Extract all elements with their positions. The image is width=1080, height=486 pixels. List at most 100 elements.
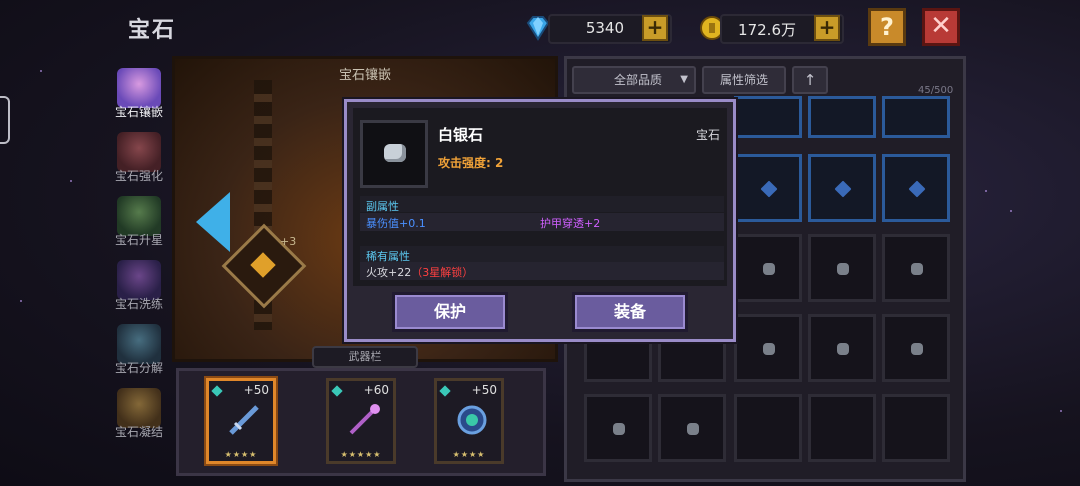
star-decoration — [40, 70, 42, 72]
equip-button[interactable]: 装备 — [572, 292, 688, 332]
inventory-cell[interactable] — [734, 234, 802, 302]
gem-icon — [911, 343, 923, 355]
gem-icon — [687, 423, 699, 435]
inventory-cell[interactable] — [882, 234, 950, 302]
gem-enhance-icon — [117, 132, 161, 172]
sidebar-item-label: 宝石洗练 — [114, 297, 163, 311]
sidebar-item-gem-inlay[interactable]: 宝石镶嵌 — [111, 66, 167, 124]
sidebar-item-gem-enhance[interactable]: 宝石强化 — [111, 130, 167, 188]
weapon-slot[interactable]: +50 ★★★★ — [434, 378, 504, 464]
weapon-level: +60 — [363, 383, 389, 397]
diamond-value: 5340 — [585, 19, 624, 37]
gem-indicator-icon — [331, 385, 343, 397]
close-button[interactable]: ✕ — [922, 8, 960, 46]
sidebar-item-gem-refine[interactable]: 宝石洗练 — [111, 258, 167, 316]
help-button[interactable]: ? — [868, 8, 906, 46]
quality-filter-label: 全部品质 — [614, 73, 663, 87]
prev-arrow-icon[interactable] — [196, 192, 230, 252]
staff-icon — [349, 404, 380, 435]
attribute-filter-label: 属性筛选 — [719, 73, 768, 87]
weapon-level: +50 — [471, 383, 497, 397]
star-decoration — [70, 180, 72, 182]
inventory-cell[interactable] — [734, 154, 802, 222]
inventory-cell[interactable] — [882, 394, 950, 462]
weapon-stars: ★★★★ — [224, 450, 258, 459]
weapon-level: +50 — [243, 383, 269, 397]
quality-filter-dropdown[interactable]: 全部品质 ▼ — [572, 66, 696, 94]
sub-attribute-1: 暴伤值+0.1 — [366, 217, 426, 230]
socket-level: +3 — [280, 235, 297, 248]
item-name: 白银石 — [438, 126, 484, 144]
sidebar-item-label: 宝石分解 — [114, 361, 163, 375]
rare-attribute-value: 火攻+22 — [366, 266, 412, 279]
inventory-cell[interactable] — [882, 96, 950, 138]
inventory-cell[interactable] — [584, 394, 652, 462]
inventory-cell[interactable] — [882, 314, 950, 382]
inventory-cell[interactable] — [808, 154, 876, 222]
diamond-counter: 5340 + — [548, 14, 672, 44]
gem-decompose-icon — [117, 324, 161, 364]
weapon-slot[interactable]: +50 ★★★★ — [206, 378, 276, 464]
gem-icon — [908, 180, 926, 198]
orb-weapon-icon — [457, 405, 487, 435]
weapon-stars: ★★★★ — [452, 450, 486, 459]
sidebar-item-label: 宝石升星 — [114, 233, 163, 247]
protect-button[interactable]: 保护 — [392, 292, 508, 332]
star-decoration — [20, 300, 22, 302]
sub-attributes-title: 副属性 — [366, 200, 399, 213]
inventory-cell[interactable] — [808, 394, 876, 462]
sidebar-item-gem-star[interactable]: 宝石升星 — [111, 194, 167, 252]
inlay-panel-title: 宝石镶嵌 — [338, 68, 391, 83]
star-decoration — [1010, 210, 1012, 212]
rare-attribute-lock: （3星解锁） — [411, 266, 474, 279]
gem-icon — [834, 180, 852, 198]
gem-icon — [911, 263, 923, 275]
gem-icon — [613, 423, 625, 435]
sort-button[interactable]: ↑ — [792, 66, 828, 94]
sidebar-item-gem-decompose[interactable]: 宝石分解 — [111, 322, 167, 380]
inventory-cell[interactable] — [808, 234, 876, 302]
gem-star-icon — [117, 196, 161, 236]
star-decoration — [1060, 410, 1062, 412]
sidebar-item-label: 宝石强化 — [114, 169, 163, 183]
inventory-cell[interactable] — [734, 96, 802, 138]
inventory-cell[interactable] — [882, 154, 950, 222]
add-diamonds-button[interactable]: + — [642, 15, 668, 41]
add-gold-button[interactable]: + — [814, 15, 840, 41]
weapon-stars: ★★★★★ — [340, 450, 382, 459]
inventory-cell[interactable] — [808, 314, 876, 382]
gold-counter: 172.6万 + — [720, 14, 844, 44]
weapon-slot[interactable]: +60 ★★★★★ — [326, 378, 396, 464]
inventory-count: 45/500 — [918, 85, 954, 96]
attack-strength: 攻击强度: 2 — [438, 156, 504, 170]
collapse-handle[interactable] — [0, 96, 10, 144]
weapon-bar-tab[interactable]: 武器栏 — [312, 346, 418, 368]
gem-refine-icon — [117, 260, 161, 300]
chevron-down-icon: ▼ — [680, 74, 688, 85]
gem-icon — [837, 263, 849, 275]
item-type: 宝石 — [695, 128, 720, 142]
gem-icon — [763, 343, 775, 355]
star-decoration — [985, 190, 987, 192]
gold-value: 172.6万 — [738, 21, 796, 39]
gem-indicator-icon — [439, 385, 451, 397]
inventory-cell[interactable] — [808, 96, 876, 138]
inventory-cell[interactable] — [658, 394, 726, 462]
sub-attribute-2: 护甲穿透+2 — [540, 217, 601, 230]
sidebar-item-label: 宝石凝结 — [114, 425, 163, 439]
gem-icon — [837, 343, 849, 355]
sidebar-item-gem-condense[interactable]: 宝石凝结 — [111, 386, 167, 444]
sword-icon — [229, 405, 259, 435]
inventory-cell[interactable] — [734, 314, 802, 382]
silver-stone-icon — [384, 144, 406, 162]
sidebar-item-label: 宝石镶嵌 — [114, 105, 163, 119]
gem-icon — [760, 180, 778, 198]
page-title: 宝石 — [128, 18, 177, 43]
rare-attribute: 火攻+22（3星解锁） — [366, 264, 473, 280]
gem-condense-icon — [117, 388, 161, 428]
gem-indicator-icon — [211, 385, 223, 397]
inventory-cell[interactable] — [734, 394, 802, 462]
up-arrow-icon: ↑ — [803, 71, 817, 89]
attribute-filter-button[interactable]: 属性筛选 — [702, 66, 786, 94]
gem-icon — [763, 263, 775, 275]
